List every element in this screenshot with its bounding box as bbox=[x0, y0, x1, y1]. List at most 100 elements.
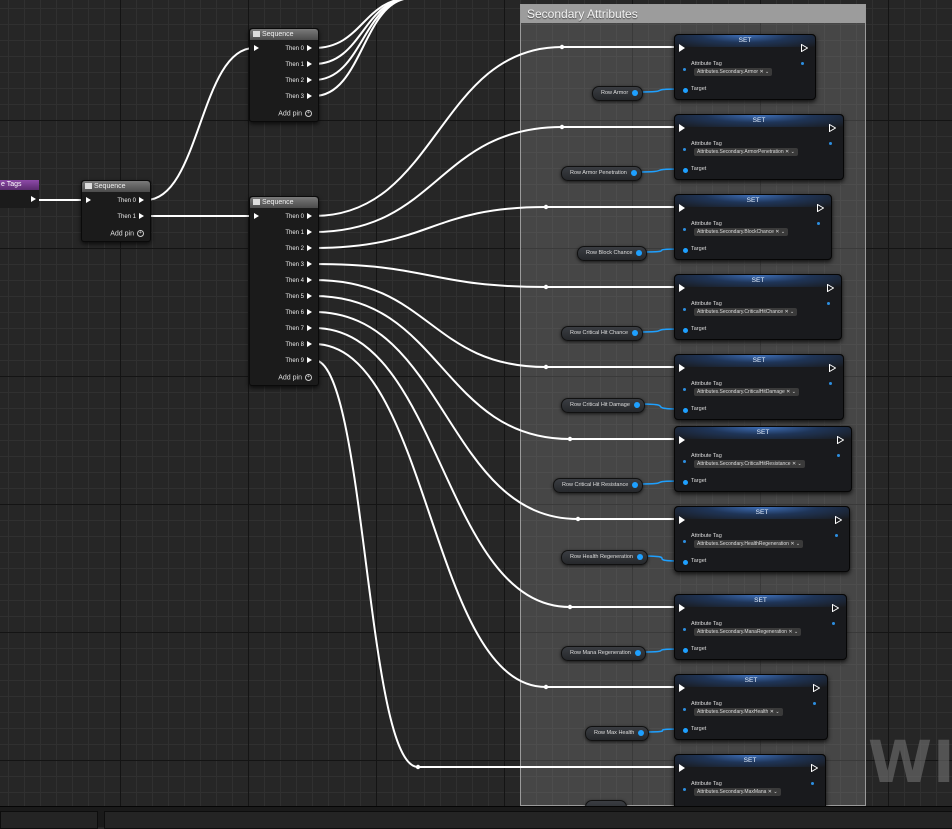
exec-wire[interactable] bbox=[313, 0, 412, 65]
target-pin[interactable] bbox=[683, 560, 688, 565]
attribute-tag-dropdown[interactable]: Attributes.Secondary.ManaRegeneration ✕ … bbox=[694, 628, 802, 636]
row-variable-node[interactable]: Row Critical Hit Chance bbox=[561, 326, 644, 341]
set-node[interactable]: SET Attribute Tag Attributes.Secondary.M… bbox=[674, 674, 828, 740]
exec-out-pin[interactable] bbox=[832, 604, 839, 612]
attribute-tag-dropdown[interactable]: Attributes.Secondary.ArmorPenetration ✕ … bbox=[694, 148, 798, 156]
then-pin[interactable]: Then 2 bbox=[285, 244, 312, 254]
attribute-tag-dropdown[interactable]: Attributes.Secondary.BlockChance ✕ ⌄ bbox=[694, 228, 789, 236]
output-pin-dot[interactable] bbox=[837, 454, 840, 457]
row-output-pin[interactable] bbox=[632, 330, 639, 336]
target-pin[interactable] bbox=[683, 88, 688, 93]
set-node[interactable]: SET Attribute Tag Attributes.Secondary.M… bbox=[674, 594, 847, 660]
output-pin-dot[interactable] bbox=[817, 222, 820, 225]
add-pin-button[interactable]: Add pin + bbox=[278, 110, 312, 117]
reroute-knot[interactable] bbox=[415, 764, 421, 770]
exec-in-pin[interactable] bbox=[679, 124, 685, 132]
tags-node[interactable]: e Tags bbox=[0, 180, 39, 208]
exec-out-pin[interactable] bbox=[811, 764, 818, 772]
then-pin[interactable]: Then 6 bbox=[285, 308, 312, 318]
then-pin[interactable]: Then 1 bbox=[285, 228, 312, 238]
add-pin-button[interactable]: Add pin + bbox=[278, 374, 312, 381]
bottom-panel-tab[interactable] bbox=[0, 811, 98, 829]
sequence-node-small[interactable]: Sequence Then 0 Then 1 Add pin + bbox=[81, 180, 151, 242]
row-variable-node[interactable]: Row Health Regeneration bbox=[561, 550, 648, 565]
attribute-tag-dropdown[interactable]: Attributes.Secondary.HealthRegeneration … bbox=[694, 540, 804, 548]
row-output-pin[interactable] bbox=[632, 482, 639, 488]
row-output-pin[interactable] bbox=[632, 90, 639, 96]
reroute-knot[interactable] bbox=[543, 204, 549, 210]
attribute-tag-pin[interactable] bbox=[683, 628, 686, 631]
row-variable-node[interactable]: Row Critical Hit Damage bbox=[561, 398, 645, 413]
exec-out-pin[interactable] bbox=[835, 516, 842, 524]
target-pin[interactable] bbox=[683, 648, 688, 653]
blueprint-graph-canvas[interactable]: Secondary Attributes e Tags Sequence The… bbox=[0, 0, 952, 806]
row-output-pin[interactable] bbox=[638, 730, 645, 736]
row-variable-node[interactable]: Row Critical Hit Resistance bbox=[553, 478, 644, 493]
clear-x-icon[interactable]: ✕ bbox=[785, 149, 789, 155]
set-node[interactable]: SET Attribute Tag Attributes.Secondary.A… bbox=[674, 114, 844, 180]
reroute-knot[interactable] bbox=[543, 684, 549, 690]
clear-x-icon[interactable]: ✕ bbox=[792, 461, 796, 467]
exec-wire[interactable] bbox=[313, 206, 547, 249]
then-pin[interactable]: Then 3 bbox=[285, 260, 312, 270]
exec-wire[interactable] bbox=[145, 47, 255, 201]
attribute-tag-pin[interactable] bbox=[683, 540, 686, 543]
row-output-pin[interactable] bbox=[636, 554, 643, 560]
target-pin[interactable] bbox=[683, 168, 688, 173]
exec-wire[interactable] bbox=[313, 343, 547, 688]
exec-out-pin[interactable] bbox=[801, 44, 808, 52]
exec-in-pin[interactable] bbox=[254, 45, 259, 51]
row-variable-node[interactable]: Row Armor bbox=[592, 86, 644, 101]
attribute-tag-pin[interactable] bbox=[683, 388, 686, 391]
set-node[interactable]: SET Attribute Tag Attributes.Secondary.C… bbox=[674, 274, 842, 340]
chevron-down-icon[interactable]: ⌄ bbox=[790, 309, 794, 315]
row-variable-node[interactable]: Row Mana Regeneration bbox=[561, 646, 646, 661]
set-node[interactable]: SET Attribute Tag Attributes.Secondary.C… bbox=[674, 354, 844, 420]
attribute-tag-dropdown[interactable]: Attributes.Secondary.Armor ✕ ⌄ bbox=[694, 68, 773, 76]
exec-out-pin[interactable] bbox=[31, 196, 36, 202]
exec-in-pin[interactable] bbox=[679, 604, 685, 612]
row-variable-node[interactable]: Row Block Chance bbox=[577, 246, 648, 261]
attribute-tag-pin[interactable] bbox=[683, 148, 686, 151]
exec-out-pin[interactable] bbox=[827, 284, 834, 292]
attribute-tag-pin[interactable] bbox=[683, 460, 686, 463]
chevron-down-icon[interactable]: ⌄ bbox=[765, 69, 769, 75]
sequence-node-main[interactable]: Sequence Then 0 Then 1 Then 2 Then 3 The… bbox=[249, 196, 319, 386]
reroute-knot[interactable] bbox=[559, 44, 565, 50]
attribute-tag-dropdown[interactable]: Attributes.Secondary.MaxHealth ✕ ⌄ bbox=[694, 708, 783, 716]
clear-x-icon[interactable]: ✕ bbox=[775, 229, 779, 235]
sequence-node-top[interactable]: Sequence Then 0 Then 1 Then 2 Then 3 Add… bbox=[249, 28, 319, 122]
exec-in-pin[interactable] bbox=[679, 204, 685, 212]
chevron-down-icon[interactable]: ⌄ bbox=[781, 229, 785, 235]
exec-in-pin[interactable] bbox=[86, 197, 91, 203]
then-pin[interactable]: Then 0 bbox=[117, 196, 144, 206]
add-pin-button[interactable]: Add pin + bbox=[110, 230, 144, 237]
attribute-tag-dropdown[interactable]: Attributes.Secondary.MaxMana ✕ ⌄ bbox=[694, 788, 781, 796]
row-output-pin[interactable] bbox=[634, 650, 641, 656]
attribute-tag-pin[interactable] bbox=[683, 708, 686, 711]
row-output-pin[interactable] bbox=[633, 402, 640, 408]
exec-out-pin[interactable] bbox=[829, 124, 836, 132]
exec-wire[interactable] bbox=[313, 126, 563, 233]
then-pin[interactable]: Then 8 bbox=[285, 340, 312, 350]
row-output-pin[interactable] bbox=[630, 170, 637, 176]
row-variable-node[interactable]: Row Armor Penetration bbox=[561, 166, 642, 181]
then-pin[interactable]: Then 9 bbox=[285, 356, 312, 366]
chevron-down-icon[interactable]: ⌄ bbox=[798, 461, 802, 467]
chevron-down-icon[interactable]: ⌄ bbox=[791, 149, 795, 155]
target-pin[interactable] bbox=[683, 328, 688, 333]
output-pin-dot[interactable] bbox=[832, 622, 835, 625]
exec-out-pin[interactable] bbox=[817, 204, 824, 212]
set-node[interactable]: SET Attribute Tag Attributes.Secondary.C… bbox=[674, 426, 852, 492]
reroute-knot[interactable] bbox=[567, 436, 573, 442]
set-node[interactable]: SET Attribute Tag Attributes.Secondary.M… bbox=[674, 754, 826, 806]
then-pin[interactable]: Then 0 bbox=[285, 212, 312, 222]
chevron-down-icon[interactable]: ⌄ bbox=[775, 709, 779, 715]
then-pin[interactable]: Then 1 bbox=[117, 212, 144, 222]
then-pin[interactable]: Then 5 bbox=[285, 292, 312, 302]
exec-in-pin[interactable] bbox=[679, 364, 685, 372]
output-pin-dot[interactable] bbox=[813, 702, 816, 705]
target-pin[interactable] bbox=[683, 480, 688, 485]
reroute-knot[interactable] bbox=[559, 124, 565, 130]
exec-wire[interactable] bbox=[313, 0, 412, 81]
